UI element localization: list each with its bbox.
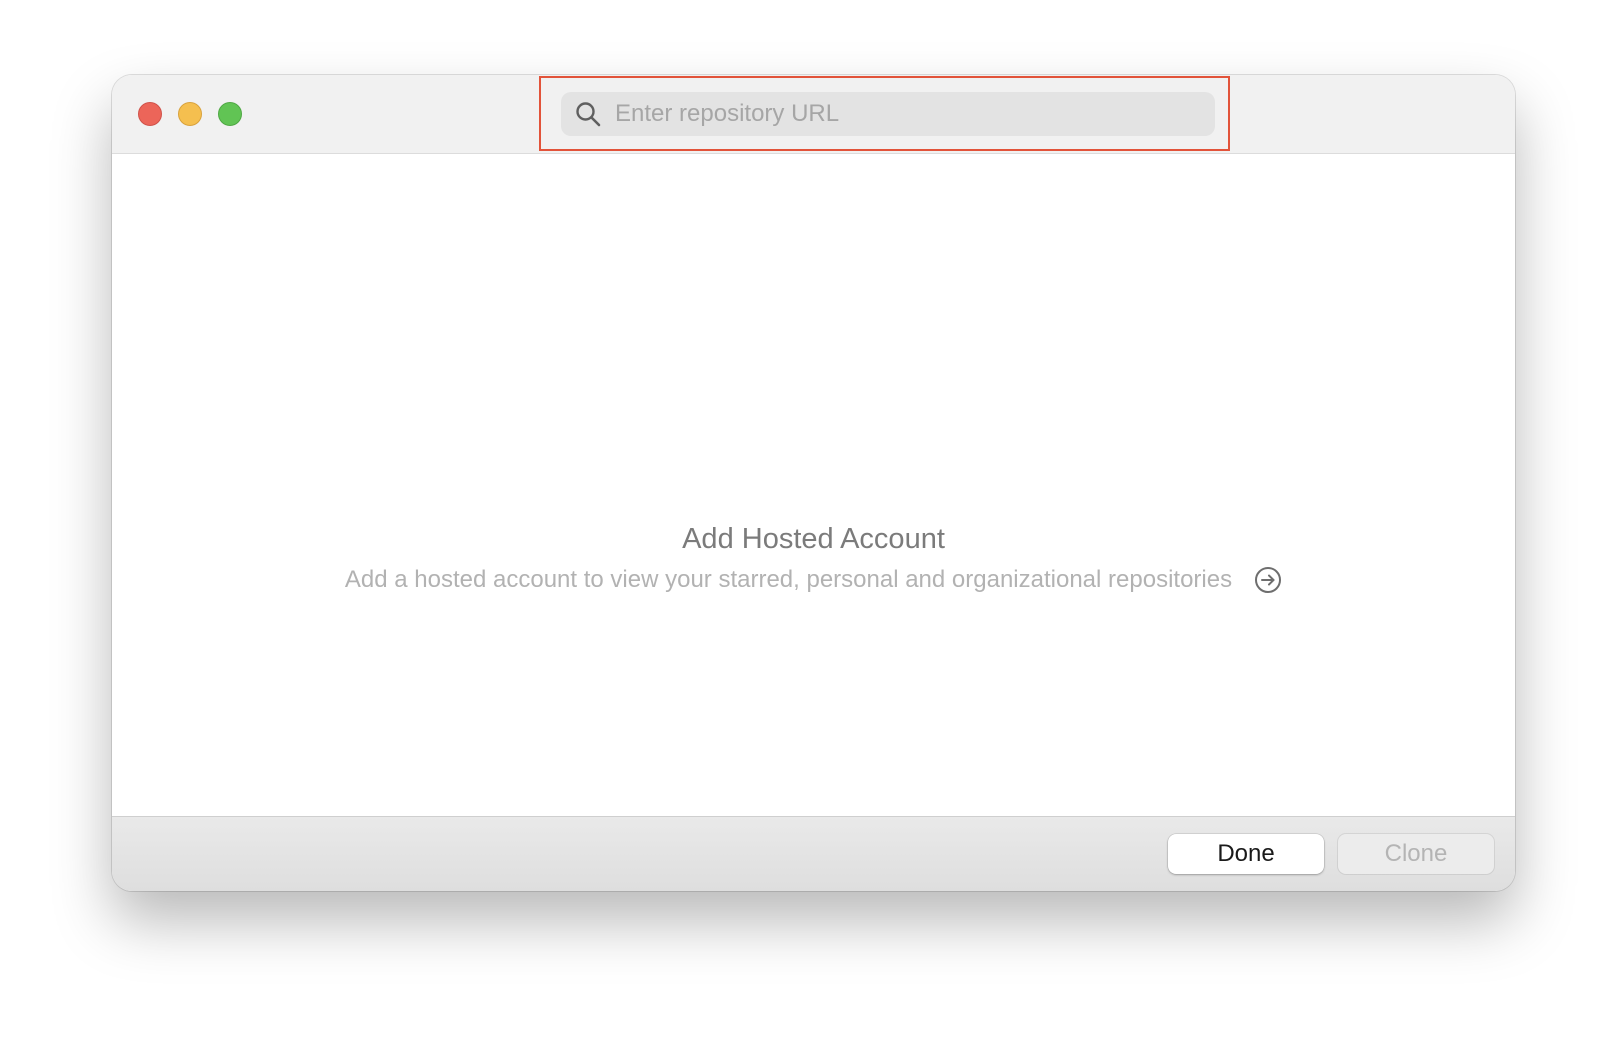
titlebar: [112, 75, 1515, 154]
close-window-button[interactable]: [138, 102, 162, 126]
screen: Add Hosted Account Add a hosted account …: [0, 0, 1624, 1038]
empty-state-title: Add Hosted Account: [682, 523, 945, 555]
repository-list-area: Add Hosted Account Add a hosted account …: [112, 154, 1515, 817]
highlight-annotation-box: [539, 76, 1230, 151]
minimize-window-button[interactable]: [178, 102, 202, 126]
arrow-right-circle-icon[interactable]: [1254, 566, 1282, 594]
empty-state-subtitle-row: Add a hosted account to view your starre…: [112, 566, 1515, 594]
clone-button[interactable]: Clone: [1338, 834, 1494, 874]
clone-repository-window: Add Hosted Account Add a hosted account …: [112, 75, 1515, 891]
empty-state-subtitle: Add a hosted account to view your starre…: [344, 566, 1233, 593]
zoom-window-button[interactable]: [218, 102, 242, 126]
footer-bar: Done Clone: [112, 816, 1515, 891]
done-button[interactable]: Done: [1168, 834, 1324, 874]
